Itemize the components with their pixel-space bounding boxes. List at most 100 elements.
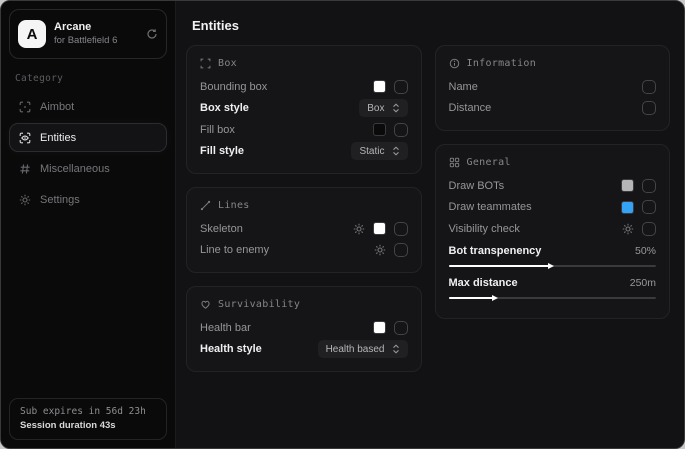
right-column: Information Name Distance (435, 45, 671, 372)
setting-row-skeleton: Skeleton (200, 218, 408, 240)
setting-row-bounding-box: Bounding box (200, 76, 408, 98)
setting-row-box-style: Box style Box (200, 98, 408, 120)
slider-fill (449, 265, 553, 267)
health-style-dropdown[interactable]: Health based (318, 340, 408, 358)
setting-label: Health style (200, 343, 262, 355)
brand-card: A Arcane for Battlefield 6 (9, 9, 167, 59)
box-corners-icon (200, 58, 211, 69)
heart-icon (200, 299, 211, 310)
setting-label: Draw teammates (449, 201, 532, 213)
slider-fill (449, 297, 497, 299)
setting-row-fill-box: Fill box (200, 119, 408, 141)
color-swatch[interactable] (373, 321, 386, 334)
sidebar-spacer (9, 214, 167, 398)
setting-row-line-to-enemy: Line to enemy (200, 240, 408, 262)
slider-thumb[interactable] (492, 295, 498, 301)
max-distance-slider[interactable] (449, 294, 657, 302)
hash-icon (19, 163, 31, 175)
dropdown-value: Health based (326, 344, 385, 355)
color-swatch[interactable] (621, 201, 634, 214)
setting-label: Line to enemy (200, 244, 269, 256)
left-column: Box Bounding box Box style Box (186, 45, 422, 372)
sidebar-nav: Aimbot Entities (9, 92, 167, 214)
app-window: A Arcane for Battlefield 6 Category (0, 0, 685, 449)
setting-row-fill-style: Fill style Static (200, 141, 408, 163)
gear-icon[interactable] (353, 223, 365, 235)
setting-row-draw-teammates: Draw teammates (449, 197, 657, 219)
lines-card-header: Lines (200, 200, 408, 211)
setting-label: Bot transpenency (449, 245, 542, 257)
setting-row-health-bar: Health bar (200, 317, 408, 339)
box-card-header: Box (200, 58, 408, 69)
slider-thumb[interactable] (548, 263, 554, 269)
line-icon (200, 200, 211, 211)
lines-card: Lines Skeleton (186, 187, 422, 273)
setting-label: Fill style (200, 145, 244, 157)
draw-bots-checkbox[interactable] (642, 179, 656, 193)
color-swatch[interactable] (621, 179, 634, 192)
sidebar-item-label: Miscellaneous (40, 163, 110, 175)
setting-label: Distance (449, 102, 492, 114)
fill-style-dropdown[interactable]: Static (351, 142, 407, 160)
info-icon (449, 58, 460, 69)
grid-icon (449, 157, 460, 168)
card-columns: Box Bounding box Box style Box (186, 45, 670, 372)
sidebar-item-aimbot[interactable]: Aimbot (9, 92, 167, 121)
sidebar-item-miscellaneous[interactable]: Miscellaneous (9, 154, 167, 183)
category-label: Category (15, 73, 161, 84)
information-card: Information Name Distance (435, 45, 671, 131)
sidebar-item-label: Settings (40, 194, 80, 206)
box-style-dropdown[interactable]: Box (359, 99, 407, 117)
reload-icon[interactable] (146, 28, 158, 40)
health-bar-checkbox[interactable] (394, 321, 408, 335)
gear-icon[interactable] (622, 223, 634, 235)
crosshair-icon (19, 101, 31, 113)
slider-label-row: Bot transpenency 50% (449, 243, 657, 260)
visibility-check-checkbox[interactable] (642, 222, 656, 236)
sidebar-item-settings[interactable]: Settings (9, 185, 167, 214)
line-to-enemy-checkbox[interactable] (394, 243, 408, 257)
bot-transparency-slider[interactable] (449, 262, 657, 270)
box-card: Box Bounding box Box style Box (186, 45, 422, 174)
name-checkbox[interactable] (642, 80, 656, 94)
color-swatch[interactable] (373, 222, 386, 235)
setting-row-draw-bots: Draw BOTs (449, 175, 657, 197)
setting-label: Fill box (200, 124, 235, 136)
setting-label: Visibility check (449, 223, 520, 235)
sidebar-item-label: Aimbot (40, 101, 74, 113)
arcane-logo: A (18, 20, 46, 48)
sub-expiry-text: Sub expires in 56d 23h (20, 405, 156, 419)
color-swatch[interactable] (373, 80, 386, 93)
skeleton-checkbox[interactable] (394, 222, 408, 236)
setting-label: Skeleton (200, 223, 243, 235)
section-title: Information (467, 58, 537, 69)
scan-eye-icon (19, 132, 31, 144)
setting-row-name: Name (449, 76, 657, 98)
section-title: Survivability (218, 299, 300, 310)
draw-teammates-checkbox[interactable] (642, 200, 656, 214)
dropdown-value: Box (367, 103, 384, 114)
fill-box-checkbox[interactable] (394, 123, 408, 137)
dropdown-value: Static (359, 146, 384, 157)
setting-row-visibility-check: Visibility check (449, 218, 657, 240)
brand-title: Arcane (54, 21, 138, 35)
page-title: Entities (192, 18, 670, 33)
slider-value: 50% (635, 245, 656, 257)
setting-label: Name (449, 81, 478, 93)
gear-icon[interactable] (374, 244, 386, 256)
unfold-icon (392, 103, 400, 113)
section-title: Lines (218, 200, 250, 211)
main-panel: Entities Box Bounding box (176, 1, 684, 448)
session-duration-text: Session duration 43s (20, 419, 156, 433)
bounding-box-checkbox[interactable] (394, 80, 408, 94)
general-card-header: General (449, 157, 657, 168)
setting-label: Bounding box (200, 81, 267, 93)
max-distance-group: Max distance 250m (449, 275, 657, 302)
brand-text: Arcane for Battlefield 6 (54, 21, 138, 47)
general-card: General Draw BOTs Draw teammates (435, 144, 671, 319)
survivability-card: Survivability Health bar Health style He… (186, 286, 422, 372)
sidebar-item-entities[interactable]: Entities (9, 123, 167, 152)
setting-label: Draw BOTs (449, 180, 505, 192)
color-swatch[interactable] (373, 123, 386, 136)
distance-checkbox[interactable] (642, 101, 656, 115)
